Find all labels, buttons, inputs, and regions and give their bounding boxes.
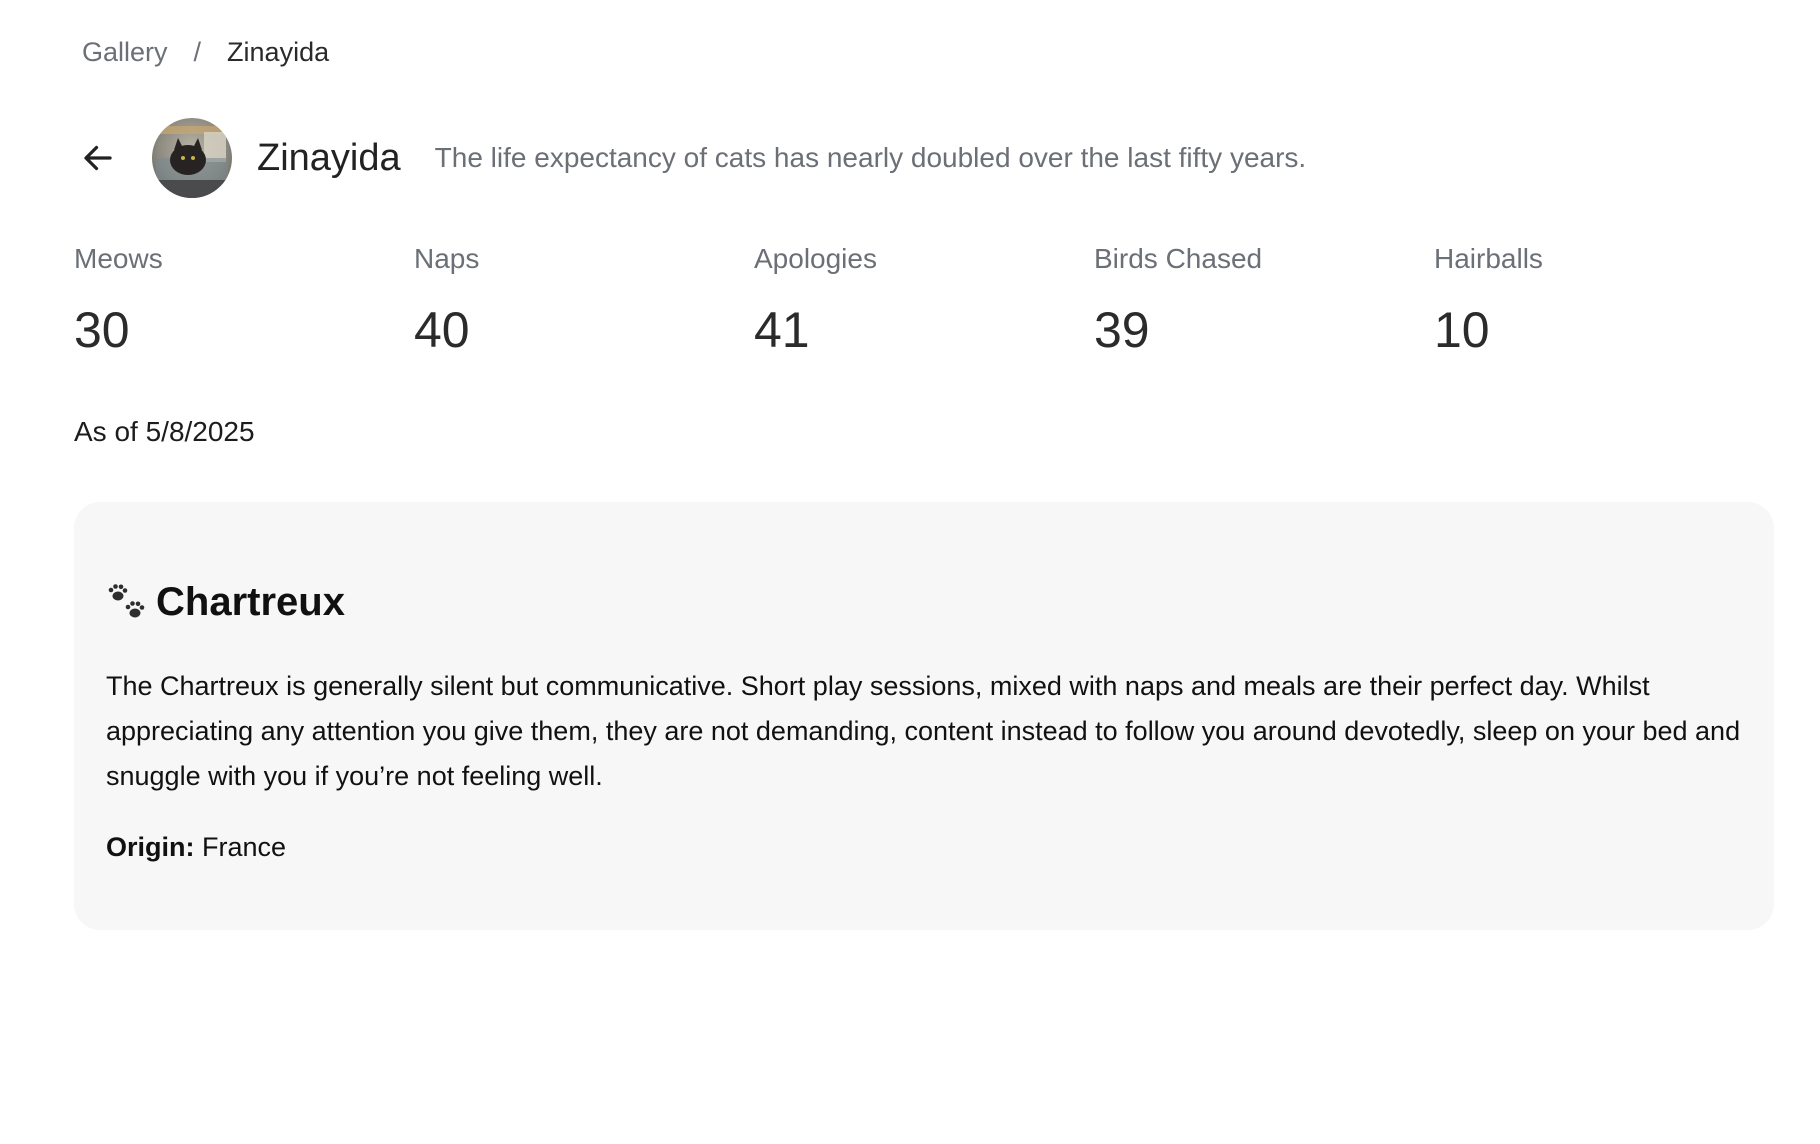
- stats-row: Meows 30 Naps 40 Apologies 41 Birds Chas…: [74, 240, 1774, 358]
- stat-apologies: Apologies 41: [754, 240, 1094, 358]
- stat-label: Birds Chased: [1094, 243, 1263, 274]
- arrow-left-icon: [84, 145, 112, 171]
- cat-detail-page: Gallery / Zinayida Zinayida The life exp…: [0, 0, 1820, 1144]
- breadcrumb-current: Zinayida: [227, 37, 330, 67]
- origin-label: Origin:: [106, 832, 195, 862]
- breed-card: Chartreux The Chartreux is generally sil…: [74, 502, 1774, 930]
- avatar: [152, 118, 232, 198]
- stat-label: Apologies: [754, 243, 877, 274]
- breadcrumb-gallery-link[interactable]: Gallery: [82, 34, 168, 70]
- breadcrumb: Gallery / Zinayida: [82, 34, 329, 70]
- breed-origin: Origin: France: [106, 827, 1742, 867]
- stat-birds-chased: Birds Chased 39: [1094, 240, 1434, 358]
- stat-label: Meows: [74, 243, 163, 274]
- origin-value: France: [202, 832, 287, 862]
- breed-heading: Chartreux: [106, 574, 1742, 630]
- stat-value: 39: [1094, 302, 1150, 358]
- stat-value: 30: [74, 302, 130, 358]
- stat-naps: Naps 40: [414, 240, 754, 358]
- cat-name: Zinayida: [257, 136, 401, 179]
- cat-photo: [152, 118, 232, 198]
- breed-name: Chartreux: [156, 579, 345, 624]
- breed-description: The Chartreux is generally silent but co…: [106, 671, 1741, 791]
- cat-header: Zinayida The life expectancy of cats has…: [78, 116, 1306, 200]
- stat-value: 41: [754, 302, 810, 358]
- stat-label: Naps: [414, 243, 480, 274]
- stat-meows: Meows 30: [74, 240, 414, 358]
- breadcrumb-separator: /: [193, 37, 202, 67]
- as-of-date: As of 5/8/2025: [74, 416, 255, 447]
- back-button[interactable]: [78, 138, 118, 178]
- stat-hairballs: Hairballs 10: [1434, 240, 1774, 358]
- stat-value: 40: [414, 302, 470, 358]
- stat-value: 10: [1434, 302, 1490, 358]
- stat-label: Hairballs: [1434, 243, 1543, 274]
- paw-prints-icon: [108, 584, 145, 618]
- cat-fact-tagline: The life expectancy of cats has nearly d…: [434, 142, 1307, 173]
